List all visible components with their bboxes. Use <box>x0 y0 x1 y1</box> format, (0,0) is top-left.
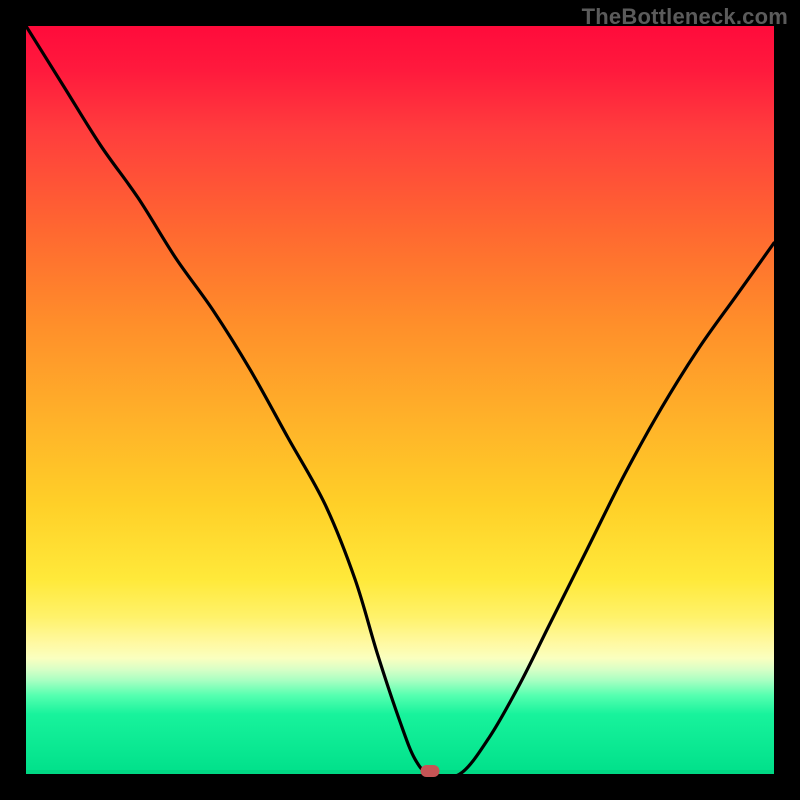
plot-area <box>26 26 774 774</box>
minimum-marker <box>420 765 439 777</box>
bottleneck-curve <box>26 26 774 774</box>
watermark-text: TheBottleneck.com <box>582 4 788 30</box>
chart-frame: TheBottleneck.com <box>0 0 800 800</box>
